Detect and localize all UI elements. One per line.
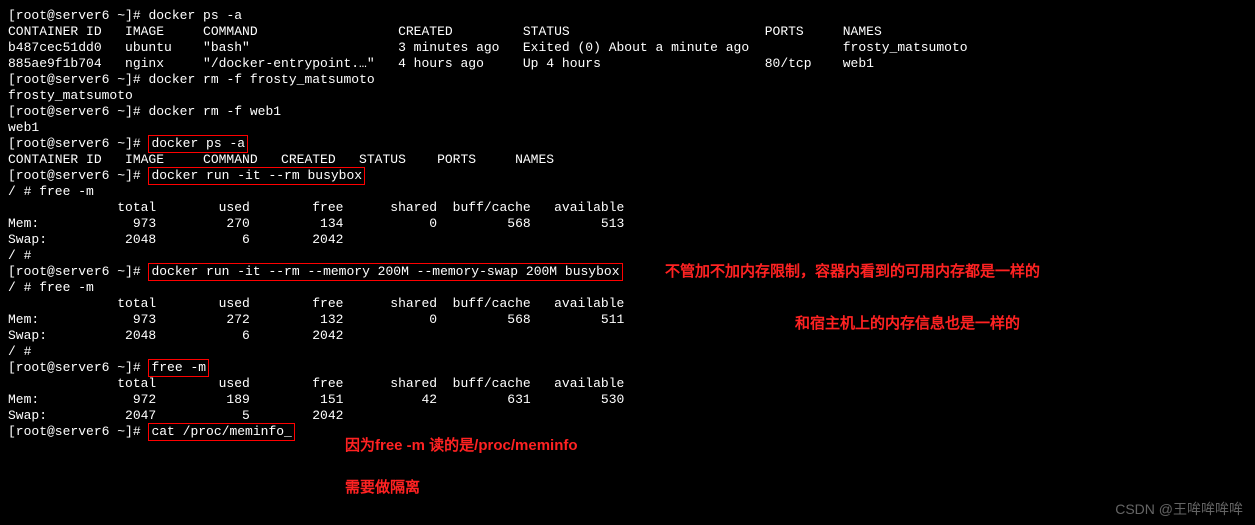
free-header: total used free shared buff/cache availa… [8,376,1247,392]
free-prompt: / # free -m [8,280,1247,296]
cmd-cat-meminfo: cat /proc/meminfo_ [151,424,291,439]
output-line: web1 [8,120,1247,136]
annotation-proc-meminfo: 因为free -m 读的是/proc/meminfo [345,438,578,454]
highlight-box: free -m [148,359,209,377]
cmd-docker-ps: docker ps -a [148,8,242,23]
highlight-box: cat /proc/meminfo_ [148,423,294,441]
terminal-line: [root@server6 ~]# docker run -it --rm --… [8,264,1247,280]
terminal-line: [root@server6 ~]# docker ps -a [8,136,1247,152]
cmd-rm-web1: docker rm -f web1 [148,104,281,119]
terminal-line: [root@server6 ~]# docker rm -f web1 [8,104,1247,120]
highlight-box: docker run -it --rm busybox [148,167,365,185]
annotation-isolation: 需要做隔离 [345,480,420,496]
free-header: total used free shared buff/cache availa… [8,200,1247,216]
ps-row: 885ae9f1b704 nginx "/docker-entrypoint.…… [8,56,1247,72]
ps-row: b487cec51dd0 ubuntu "bash" 3 minutes ago… [8,40,1247,56]
free-mem: Mem: 972 189 151 42 631 530 [8,392,1247,408]
cmd-run-busybox-mem: docker run -it --rm --memory 200M --memo… [151,264,619,279]
watermark: CSDN @王哞哞哞哞 [1115,501,1243,517]
free-mem: Mem: 973 272 132 0 568 511 [8,312,1247,328]
cmd-docker-ps-2: docker ps -a [151,136,245,151]
free-header: total used free shared buff/cache availa… [8,296,1247,312]
ps-headers-empty: CONTAINER ID IMAGE COMMAND CREATED STATU… [8,152,1247,168]
highlight-box: docker run -it --rm --memory 200M --memo… [148,263,622,281]
annotation-host-memory: 和宿主机上的内存信息也是一样的 [795,316,1020,332]
slash-prompt: / # [8,248,1247,264]
free-swap: Swap: 2047 5 2042 [8,408,1247,424]
terminal-line: [root@server6 ~]# cat /proc/meminfo_ [8,424,1247,440]
terminal-line: [root@server6 ~]# free -m [8,360,1247,376]
free-mem: Mem: 973 270 134 0 568 513 [8,216,1247,232]
terminal-line: [root@server6 ~]# docker ps -a [8,8,1247,24]
cmd-run-busybox: docker run -it --rm busybox [151,168,362,183]
free-swap: Swap: 2048 6 2042 [8,232,1247,248]
highlight-box: docker ps -a [148,135,248,153]
free-swap: Swap: 2048 6 2042 [8,328,1247,344]
annotation-memory-limit: 不管加不加内存限制，容器内看到的可用内存都是一样的 [665,264,1040,280]
cmd-rm-frosty: docker rm -f frosty_matsumoto [148,72,374,87]
free-prompt: / # free -m [8,184,1247,200]
cmd-free-m: free -m [151,360,206,375]
terminal-line: [root@server6 ~]# docker rm -f frosty_ma… [8,72,1247,88]
ps-headers: CONTAINER ID IMAGE COMMAND CREATED STATU… [8,24,1247,40]
output-line: frosty_matsumoto [8,88,1247,104]
slash-prompt: / # [8,344,1247,360]
terminal-line: [root@server6 ~]# docker run -it --rm bu… [8,168,1247,184]
